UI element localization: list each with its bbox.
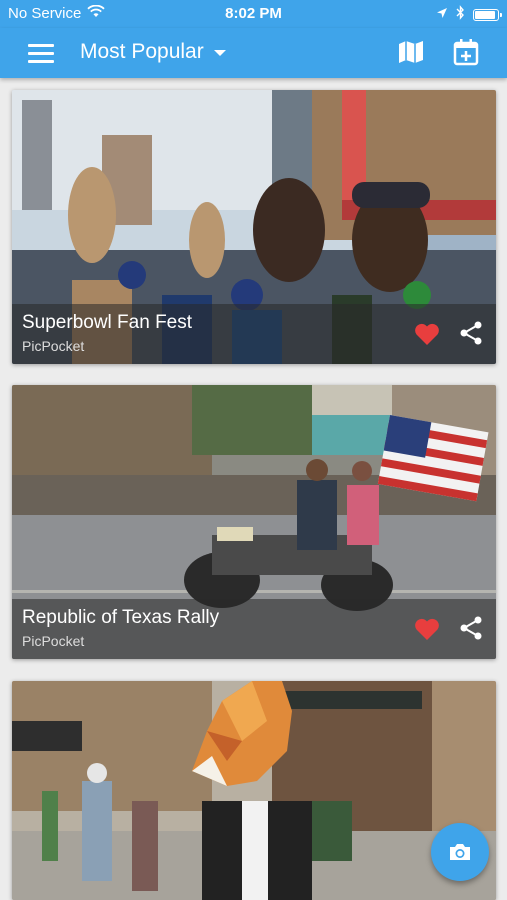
menu-icon[interactable] xyxy=(28,42,54,64)
heart-icon[interactable] xyxy=(414,617,440,646)
category-dropdown[interactable]: Most Popular xyxy=(80,40,226,64)
map-icon[interactable] xyxy=(398,40,424,69)
status-bar: No Service 8:02 PM xyxy=(0,0,507,28)
camera-button[interactable] xyxy=(431,823,489,881)
heart-icon[interactable] xyxy=(414,322,440,351)
dropdown-caret-icon xyxy=(213,50,226,56)
status-time: 8:02 PM xyxy=(225,5,282,22)
feed-card-superbowl[interactable]: Superbowl Fan Fest PicPocket xyxy=(12,90,496,364)
share-icon[interactable] xyxy=(458,615,484,646)
photo-feed[interactable]: Superbowl Fan Fest PicPocket Republic of… xyxy=(0,78,507,900)
add-event-icon[interactable] xyxy=(452,38,480,71)
app-bar: Most Popular xyxy=(0,28,507,78)
card-caption: Superbowl Fan Fest PicPocket xyxy=(12,304,496,364)
camera-icon xyxy=(450,844,470,860)
location-icon xyxy=(436,6,448,23)
share-icon[interactable] xyxy=(458,320,484,351)
card-title: Superbowl Fan Fest xyxy=(22,312,193,333)
battery-icon xyxy=(473,8,502,21)
feed-card-fox-mask[interactable] xyxy=(12,681,496,900)
status-right xyxy=(436,5,502,24)
card-title: Republic of Texas Rally xyxy=(22,607,220,628)
card-source: PicPocket xyxy=(22,338,85,354)
feed-card-texas-rally[interactable]: Republic of Texas Rally PicPocket xyxy=(12,385,496,659)
card-photo xyxy=(12,681,496,900)
bluetooth-icon xyxy=(456,5,465,24)
card-caption: Republic of Texas Rally PicPocket xyxy=(12,599,496,659)
card-source: PicPocket xyxy=(22,633,85,649)
page-title: Most Popular xyxy=(80,40,204,63)
